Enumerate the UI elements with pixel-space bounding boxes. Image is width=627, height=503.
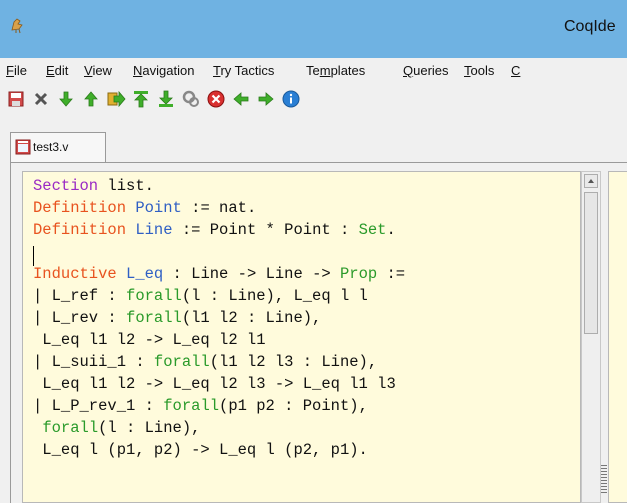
go-to-cursor-icon[interactable]	[106, 89, 126, 109]
tab-label: test3.v	[33, 140, 69, 154]
code-line: Section list.	[33, 177, 154, 195]
code-line: L_eq l1 l2 -> L_eq l2 l1	[33, 331, 266, 349]
script-text: Section list. Definition Point := nat. D…	[33, 175, 405, 461]
title-bar: CoqIde	[0, 0, 627, 58]
code-line: | L_ref : forall(l : Line), L_eq l l	[33, 287, 368, 305]
menu-item[interactable]: Tools	[464, 63, 494, 78]
backward-one-icon[interactable]	[81, 89, 101, 109]
menu-item[interactable]: Try Tactics	[213, 63, 274, 78]
menu-bar: File Edit View Navigation Try Tactics Templat…	[0, 58, 627, 84]
code-line: | L_suii_1 : forall(l1 l2 l3 : Line),	[33, 353, 378, 371]
menu-item[interactable]: File	[6, 63, 27, 78]
goals-pane	[608, 171, 627, 503]
stop-icon[interactable]	[206, 89, 226, 109]
code-line: | L_P_rev_1 : forall(p1 p2 : Point),	[33, 397, 368, 415]
code-line: Definition Line := Point * Point : Set.	[33, 221, 396, 239]
code-line: L_eq l1 l2 -> L_eq l2 l3 -> L_eq l1 l3	[33, 375, 396, 393]
text-cursor	[33, 246, 34, 266]
close-icon[interactable]	[31, 89, 51, 109]
menu-item[interactable]: C	[511, 63, 520, 78]
script-editor[interactable]: Section list. Definition Point := nat. D…	[22, 171, 581, 503]
save-icon[interactable]	[6, 89, 26, 109]
pane-splitter-handle[interactable]	[601, 465, 607, 495]
tab-strip: test3.v	[0, 122, 627, 162]
menu-item[interactable]: Queries	[403, 63, 449, 78]
code-line: forall(l : Line),	[42, 419, 201, 437]
previous-occurrence-icon[interactable]	[231, 89, 251, 109]
forward-one-icon[interactable]	[56, 89, 76, 109]
code-line: | L_rev : forall(l1 l2 : Line),	[33, 309, 322, 327]
menu-item[interactable]: Templates	[306, 63, 365, 78]
code-line: Definition Point := nat.	[33, 199, 257, 217]
tab-test3[interactable]: test3.v	[10, 132, 106, 162]
go-to-end-icon[interactable]	[156, 89, 176, 109]
menu-item[interactable]: View	[84, 63, 112, 78]
menu-item[interactable]: Edit	[46, 63, 68, 78]
window-title: CoqIde	[564, 18, 616, 35]
coq-rooster-icon	[11, 18, 23, 34]
about-icon[interactable]	[281, 89, 301, 109]
next-occurrence-icon[interactable]	[256, 89, 276, 109]
toolbar	[0, 85, 627, 115]
interrupt-icon[interactable]	[181, 89, 201, 109]
scroll-up-arrow-icon[interactable]	[584, 174, 598, 188]
menu-item[interactable]: Navigation	[133, 63, 194, 78]
scrollbar-thumb[interactable]	[584, 192, 598, 334]
restart-icon[interactable]	[131, 89, 151, 109]
code-line: L_eq l (p1, p2) -> L_eq l (p2, p1).	[33, 441, 368, 459]
editor-vertical-scrollbar[interactable]	[581, 171, 601, 503]
file-saved-icon	[15, 139, 31, 155]
code-line: Inductive L_eq : Line -> Line -> Prop :=	[33, 265, 406, 283]
